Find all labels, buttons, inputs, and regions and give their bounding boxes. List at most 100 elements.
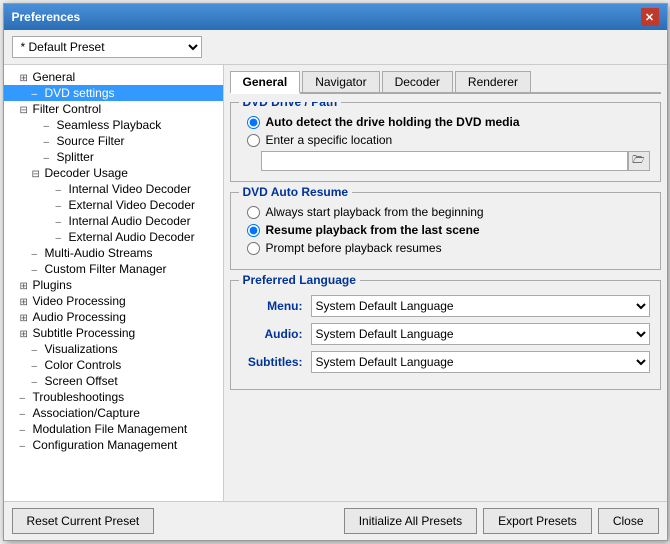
menu-lang-row: Menu: System Default Language	[241, 295, 650, 317]
sidebar-item-decoder-usage[interactable]: ⊟Decoder Usage	[4, 165, 223, 181]
resume-last-row: Resume playback from the last scene	[241, 223, 650, 237]
sidebar-label-screen-offset: Screen Offset	[45, 374, 118, 388]
path-input[interactable]	[261, 151, 628, 171]
tabs-bar: General Navigator Decoder Renderer	[230, 71, 661, 94]
preferences-window: Preferences ✕ * Default Preset ⊞General–…	[3, 3, 668, 541]
dvd-auto-resume-group: DVD Auto Resume Always start playback fr…	[230, 192, 661, 270]
sidebar-item-seamless-playback[interactable]: –Seamless Playback	[4, 117, 223, 133]
auto-detect-radio[interactable]	[247, 116, 260, 129]
sidebar-label-internal-audio: Internal Audio Decoder	[69, 214, 191, 228]
sidebar-item-subtitle-processing[interactable]: ⊞Subtitle Processing	[4, 325, 223, 341]
expand-icon-troubleshootings: –	[20, 393, 32, 404]
sidebar-label-plugins: Plugins	[33, 278, 72, 292]
window-title: Preferences	[12, 10, 81, 24]
sidebar-label-external-video: External Video Decoder	[69, 198, 196, 212]
dvd-drive-group: DVD Drive / Path Auto detect the drive h…	[230, 102, 661, 182]
prompt-before-radio[interactable]	[247, 242, 260, 255]
sidebar-label-filter-control: Filter Control	[33, 102, 102, 116]
expand-icon-external-audio: –	[56, 233, 68, 244]
sidebar-item-troubleshootings[interactable]: –Troubleshootings	[4, 389, 223, 405]
sidebar-item-color-controls[interactable]: –Color Controls	[4, 357, 223, 373]
title-bar: Preferences ✕	[4, 4, 667, 30]
browse-button[interactable]: 🗁	[628, 151, 650, 171]
sidebar-item-multi-audio[interactable]: –Multi-Audio Streams	[4, 245, 223, 261]
expand-icon-general: ⊞	[20, 73, 32, 84]
expand-icon-multi-audio: –	[32, 249, 44, 260]
sidebar-label-internal-video: Internal Video Decoder	[69, 182, 192, 196]
subtitles-lang-select[interactable]: System Default Language	[311, 351, 650, 373]
sidebar-label-association-capture: Association/Capture	[33, 406, 140, 420]
sidebar-item-splitter[interactable]: –Splitter	[4, 149, 223, 165]
always-start-row: Always start playback from the beginning	[241, 205, 650, 219]
sidebar-item-association-capture[interactable]: –Association/Capture	[4, 405, 223, 421]
specific-location-radio[interactable]	[247, 134, 260, 147]
path-input-row: 🗁	[261, 151, 650, 171]
sidebar-item-dvd-settings[interactable]: –DVD settings	[4, 85, 223, 101]
specific-location-label: Enter a specific location	[266, 133, 393, 147]
dvd-auto-resume-content: Always start playback from the beginning…	[241, 205, 650, 255]
sidebar-item-general[interactable]: ⊞General	[4, 69, 223, 85]
sidebar-item-filter-control[interactable]: ⊟Filter Control	[4, 101, 223, 117]
bottom-right-buttons: Initialize All Presets Export Presets Cl…	[344, 508, 659, 534]
expand-icon-internal-video: –	[56, 185, 68, 196]
sidebar-label-splitter: Splitter	[57, 150, 94, 164]
expand-icon-custom-filter: –	[32, 265, 44, 276]
resume-last-label: Resume playback from the last scene	[266, 223, 480, 237]
export-presets-button[interactable]: Export Presets	[483, 508, 592, 534]
sidebar-label-troubleshootings: Troubleshootings	[33, 390, 125, 404]
sidebar-item-external-audio[interactable]: –External Audio Decoder	[4, 229, 223, 245]
audio-lang-select[interactable]: System Default Language	[311, 323, 650, 345]
tab-navigator[interactable]: Navigator	[302, 71, 379, 92]
sidebar-item-external-video[interactable]: –External Video Decoder	[4, 197, 223, 213]
dvd-drive-title: DVD Drive / Path	[239, 102, 342, 109]
subtitles-lang-row: Subtitles: System Default Language	[241, 351, 650, 373]
tab-decoder[interactable]: Decoder	[382, 71, 453, 92]
sidebar-label-decoder-usage: Decoder Usage	[45, 166, 128, 180]
sidebar-item-custom-filter[interactable]: –Custom Filter Manager	[4, 261, 223, 277]
main-content: ⊞General–DVD settings⊟Filter Control–Sea…	[4, 65, 667, 501]
expand-icon-visualizations: –	[32, 345, 44, 356]
initialize-presets-button[interactable]: Initialize All Presets	[344, 508, 477, 534]
expand-icon-seamless-playback: –	[44, 121, 56, 132]
dvd-auto-resume-title: DVD Auto Resume	[239, 185, 353, 199]
sidebar-item-modulation-file[interactable]: –Modulation File Management	[4, 421, 223, 437]
expand-icon-audio-processing: ⊞	[20, 313, 32, 324]
close-button[interactable]: Close	[598, 508, 659, 534]
always-start-label: Always start playback from the beginning	[266, 205, 484, 219]
sidebar-label-modulation-file: Modulation File Management	[33, 422, 188, 436]
menu-lang-label: Menu:	[241, 299, 311, 313]
sidebar-label-seamless-playback: Seamless Playback	[57, 118, 162, 132]
expand-icon-splitter: –	[44, 153, 56, 164]
preferred-language-title: Preferred Language	[239, 273, 360, 287]
dvd-drive-content: Auto detect the drive holding the DVD me…	[241, 115, 650, 171]
sidebar-item-audio-processing[interactable]: ⊞Audio Processing	[4, 309, 223, 325]
sidebar-item-video-processing[interactable]: ⊞Video Processing	[4, 293, 223, 309]
sidebar-item-internal-audio[interactable]: –Internal Audio Decoder	[4, 213, 223, 229]
sidebar-label-multi-audio: Multi-Audio Streams	[45, 246, 153, 260]
expand-icon-screen-offset: –	[32, 377, 44, 388]
bottom-bar: Reset Current Preset Initialize All Pres…	[4, 501, 667, 540]
window-close-button[interactable]: ✕	[641, 8, 659, 26]
sidebar-item-plugins[interactable]: ⊞Plugins	[4, 277, 223, 293]
expand-icon-internal-audio: –	[56, 217, 68, 228]
always-start-radio[interactable]	[247, 206, 260, 219]
audio-lang-label: Audio:	[241, 327, 311, 341]
right-panel: General Navigator Decoder Renderer DVD D…	[224, 65, 667, 501]
expand-icon-modulation-file: –	[20, 425, 32, 436]
reset-preset-button[interactable]: Reset Current Preset	[12, 508, 155, 534]
preset-bar: * Default Preset	[4, 30, 667, 65]
sidebar-item-source-filter[interactable]: –Source Filter	[4, 133, 223, 149]
sidebar-item-screen-offset[interactable]: –Screen Offset	[4, 373, 223, 389]
expand-icon-decoder-usage: ⊟	[32, 169, 44, 180]
sidebar-item-config-management[interactable]: –Configuration Management	[4, 437, 223, 453]
tab-general[interactable]: General	[230, 71, 301, 94]
menu-lang-select[interactable]: System Default Language	[311, 295, 650, 317]
sidebar-label-dvd-settings: DVD settings	[45, 86, 115, 100]
sidebar-item-internal-video[interactable]: –Internal Video Decoder	[4, 181, 223, 197]
tab-renderer[interactable]: Renderer	[455, 71, 531, 92]
sidebar-label-general: General	[33, 70, 76, 84]
sidebar-item-visualizations[interactable]: –Visualizations	[4, 341, 223, 357]
sidebar-label-config-management: Configuration Management	[33, 438, 178, 452]
preset-select[interactable]: * Default Preset	[12, 36, 202, 58]
resume-last-radio[interactable]	[247, 224, 260, 237]
